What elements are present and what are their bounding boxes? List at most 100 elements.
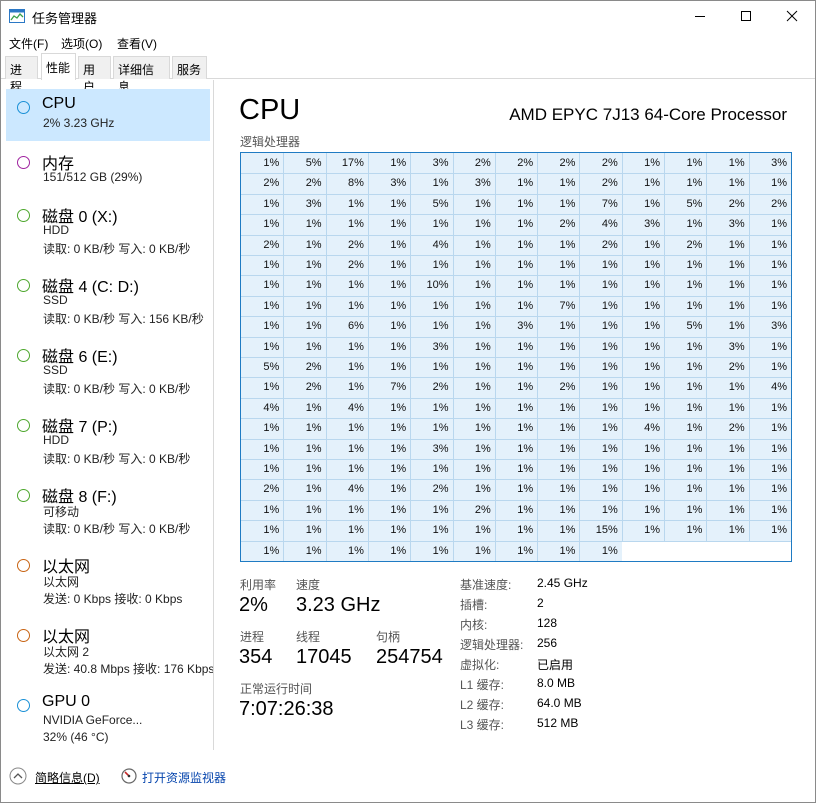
grid-line <box>241 357 791 358</box>
logical-processor-cell: 4% <box>410 234 453 255</box>
close-button[interactable] <box>769 1 815 32</box>
logical-processor-cell: 1% <box>537 275 580 296</box>
sidebar-item-disk-7[interactable]: 磁盘 7 (P:) HDD 读取: 0 KB/秒 写入: 0 KB/秒 <box>6 407 210 473</box>
logical-processor-cell: 1% <box>283 540 326 561</box>
logical-processor-cell: 1% <box>283 438 326 459</box>
logical-processor-cell: 1% <box>706 397 749 419</box>
sidebar-item-disk-8[interactable]: 磁盘 8 (F:) 可移动 读取: 0 KB/秒 写入: 0 KB/秒 <box>6 477 210 543</box>
logical-processor-cell: 1% <box>494 438 538 459</box>
grid-line <box>241 336 791 338</box>
sidebar-item-type: SSD <box>43 293 68 307</box>
detail-label: L2 缓存: <box>460 698 505 712</box>
tab-users[interactable]: 用户 <box>78 56 111 94</box>
logical-processor-cell: 1% <box>367 275 411 296</box>
sidebar-item-detail: 发送: 40.8 Mbps 接收: 176 Kbps <box>43 662 214 676</box>
detail-value: 512 MB <box>537 716 579 730</box>
logical-processor-cell: 1% <box>325 336 368 357</box>
logical-processor-cell: 1% <box>621 520 665 541</box>
logical-processor-cell: 1% <box>452 459 495 480</box>
logical-processor-grid[interactable]: 1% 5% 17% 1% 3% 2% 2% 2% 2% 1% 1% 1% 3% 2% 2% 8% 3% 1% 3% 1… <box>240 152 792 562</box>
logical-processor-cell: 2% <box>579 173 622 194</box>
logical-processor-cell: 1% <box>452 214 495 235</box>
tab-performance[interactable]: 性能 <box>41 53 76 80</box>
logical-processor-cell: 1% <box>664 173 707 194</box>
maximize-icon <box>741 11 751 21</box>
detail-value: 128 <box>537 616 558 630</box>
logical-processor-cell: 1% <box>706 153 749 174</box>
logical-processor-cell: 2% <box>283 173 326 194</box>
logical-processor-cell: 1% <box>621 438 665 459</box>
sidebar-item-memory[interactable]: 内存 151/512 GB (29%) <box>6 144 210 202</box>
menu-options[interactable]: 选项(O) <box>61 35 102 52</box>
logical-processor-cell: 1% <box>537 479 580 500</box>
logical-processor-cell: 1% <box>283 255 326 276</box>
logical-processor-cell: 1% <box>367 520 411 541</box>
logical-processor-cell: 5% <box>410 193 453 215</box>
logical-processor-cell: 1% <box>494 336 538 357</box>
grid-line <box>241 418 791 420</box>
tab-services[interactable]: 服务 <box>172 56 207 79</box>
logical-processor-cell: 1% <box>494 397 538 419</box>
logical-processor-cell: 1% <box>537 520 580 541</box>
grid-line <box>241 193 791 195</box>
logical-processor-cell: 1% <box>537 234 580 255</box>
processes-value: 354 <box>239 646 273 668</box>
detail-label: 基准速度: <box>460 578 512 592</box>
logical-processor-cell: 1% <box>241 193 284 215</box>
minimize-button[interactable] <box>677 1 723 32</box>
logical-processor-cell: 1% <box>621 234 665 255</box>
title-bar[interactable]: 任务管理器 <box>1 1 815 32</box>
sidebar-item-gpu-0[interactable]: GPU 0 NVIDIA GeForce... 32% (46 °C) <box>6 687 210 750</box>
logical-processor-cell: 1% <box>664 336 707 357</box>
cpu-indicator-icon <box>17 101 30 114</box>
logical-processor-cell: 1% <box>537 255 580 276</box>
logical-processor-cell: 1% <box>664 499 707 521</box>
uptime-label: 正常运行时间 <box>240 682 313 696</box>
menu-view[interactable]: 查看(V) <box>117 35 157 52</box>
logical-processor-cell: 1% <box>748 520 791 541</box>
sidebar-item-ethernet[interactable]: 以太网 以太网 发送: 0 Kbps 接收: 0 Kbps <box>6 547 210 613</box>
logical-processor-cell: 1% <box>748 234 791 255</box>
tab-details[interactable]: 详细信息 <box>113 56 170 94</box>
logical-processor-cell: 1% <box>579 499 622 521</box>
grid-line <box>241 377 791 379</box>
logical-processor-cell: 2% <box>706 357 749 378</box>
logical-processor-cell: 3% <box>410 438 453 459</box>
menu-file[interactable]: 文件(F) <box>9 35 48 52</box>
speed-value: 3.23 GHz <box>296 594 381 616</box>
cpu-model-name: AMD EPYC 7J13 64-Core Processor <box>509 105 787 124</box>
logical-processor-cell: 3% <box>621 214 665 235</box>
handles-value: 254754 <box>376 646 443 668</box>
sidebar-item-detail: 32% (46 °C) <box>43 730 109 744</box>
sidebar-item-ethernet-2[interactable]: 以太网 以太网 2 发送: 40.8 Mbps 接收: 176 Kbps <box>6 617 213 683</box>
logical-processor-cell: 1% <box>452 357 495 378</box>
logical-processor-cell: 1% <box>537 336 580 357</box>
sidebar-item-disk-6[interactable]: 磁盘 6 (E:) SSD 读取: 0 KB/秒 写入: 0 KB/秒 <box>6 337 210 403</box>
logical-processor-cell: 1% <box>537 316 580 337</box>
logical-processor-cell: 1% <box>664 255 707 276</box>
sidebar-item-disk-4[interactable]: 磁盘 4 (C: D:) SSD 读取: 0 KB/秒 写入: 156 KB/秒 <box>6 267 210 333</box>
detail-label: 逻辑处理器: <box>460 638 524 652</box>
tab-processes[interactable]: 进程 <box>5 56 38 94</box>
logical-processor-cell: 1% <box>664 275 707 296</box>
sidebar-item-disk-0[interactable]: 磁盘 0 (X:) HDD 读取: 0 KB/秒 写入: 0 KB/秒 <box>6 197 210 263</box>
logical-processor-cell: 1% <box>579 438 622 459</box>
logical-processor-cell: 1% <box>664 214 707 235</box>
logical-processor-cell: 2% <box>537 214 580 235</box>
logical-processor-cell: 7% <box>579 193 622 215</box>
logical-processor-cell: 1% <box>452 377 495 398</box>
logical-processor-cell: 1% <box>367 193 411 215</box>
sidebar-item-cpu[interactable]: CPU 2% 3.23 GHz <box>6 89 210 141</box>
logical-processor-cell: 1% <box>664 418 707 439</box>
disk-indicator-icon <box>17 489 30 502</box>
logical-processor-cell: 10% <box>410 275 453 296</box>
minimize-icon <box>695 16 705 17</box>
logical-processor-cell: 1% <box>748 479 791 500</box>
logical-processor-cell: 1% <box>706 438 749 459</box>
disk-indicator-icon <box>17 279 30 292</box>
speed-label: 速度 <box>296 578 321 592</box>
logical-processor-cell: 1% <box>706 520 749 541</box>
logical-processor-cell: 1% <box>367 234 411 255</box>
logical-processor-cell: 1% <box>241 336 284 357</box>
maximize-button[interactable] <box>723 1 769 32</box>
